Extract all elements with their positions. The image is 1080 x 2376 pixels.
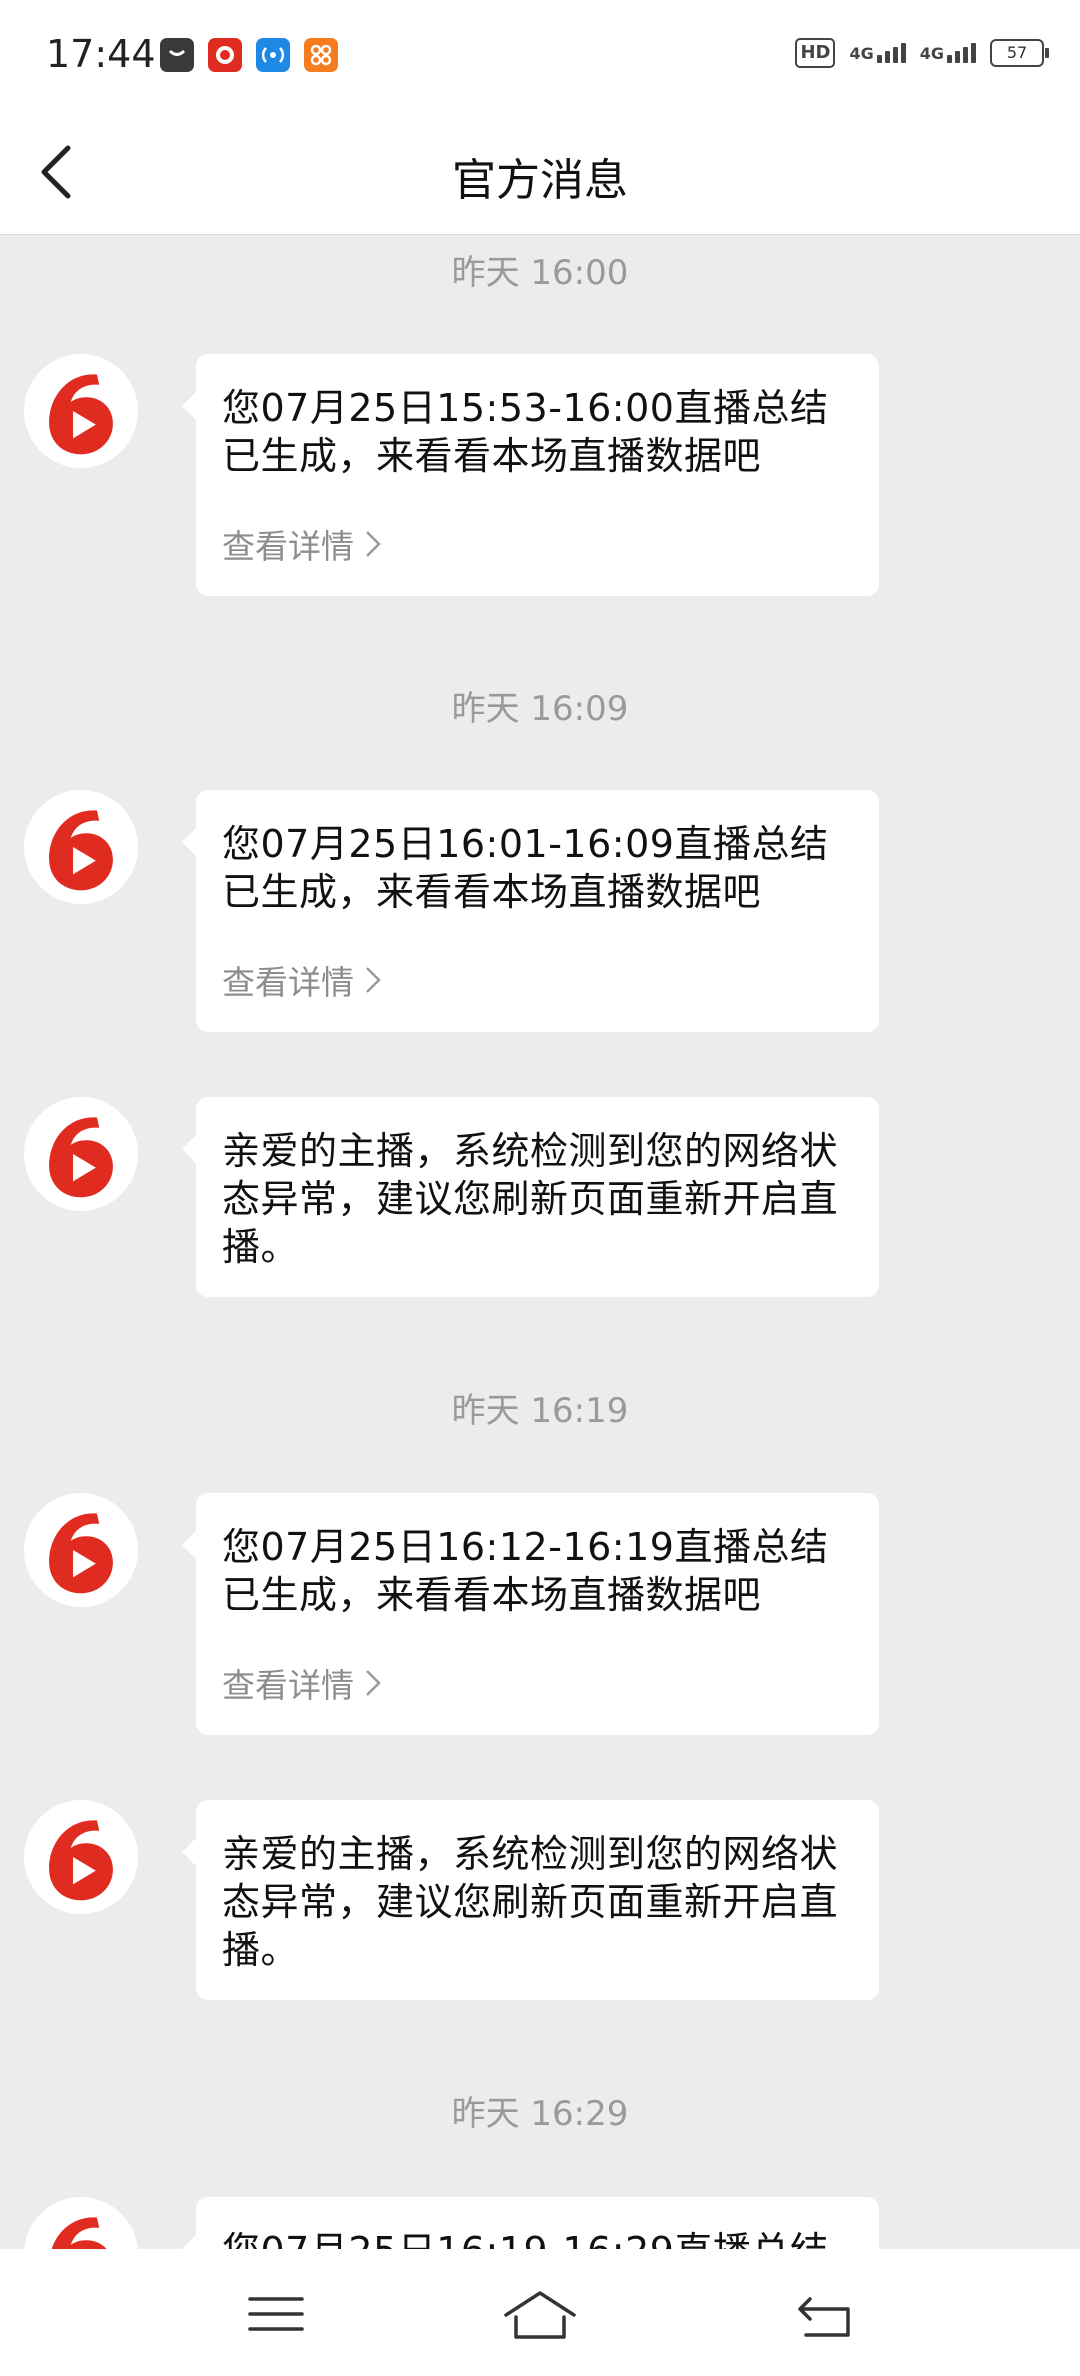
message-bubble[interactable]: 您07月25日16:19-16:29直播总结已生成，来看看本场直播数据吧 (182, 2197, 879, 2249)
message-text: 亲爱的主播，系统检测到您的网络状态异常，建议您刷新页面重新开启直播。 (222, 1832, 839, 1972)
message-time: 昨天 16:09 (451, 689, 629, 729)
network-type-label: 4G (919, 44, 944, 63)
live-logo-icon (51, 2217, 107, 2249)
message-text: 您07月25日16:12-16:19直播总结已生成，来看看本场直播数据吧 (222, 1525, 829, 1617)
view-details-link[interactable]: 查看详情 (222, 520, 855, 568)
view-details-label: 查看详情 (222, 1666, 354, 1705)
app-header: 官方消息 (0, 110, 1080, 235)
message-time: 昨天 16:00 (451, 253, 629, 293)
network-type-label: 4G (849, 44, 874, 63)
chevron-right-icon (366, 531, 381, 557)
avatar[interactable] (24, 354, 138, 468)
avatar[interactable] (24, 2197, 138, 2249)
view-details-label: 查看详情 (222, 963, 354, 1002)
nav-back-button[interactable] (786, 2279, 866, 2349)
notification-icons (160, 38, 338, 72)
home-icon (504, 2291, 576, 2339)
message-text: 您07月25日16:19-16:29直播总结已生成，来看看本场直播数据吧 (222, 2227, 855, 2249)
hd-voice-icon: HD (795, 38, 836, 68)
menu-button[interactable] (236, 2279, 316, 2349)
view-details-link[interactable]: 查看详情 (222, 956, 855, 1004)
system-nav-bar (0, 2249, 1080, 2376)
message-bubble[interactable]: 您07月25日16:01-16:09直播总结已生成，来看看本场直播数据吧 查看详… (182, 790, 879, 1032)
live-app-icon (208, 38, 242, 72)
home-button[interactable] (500, 2279, 580, 2349)
message-text: 您07月25日16:01-16:09直播总结已生成，来看看本场直播数据吧 (222, 822, 829, 914)
view-details-label: 查看详情 (222, 527, 354, 566)
status-time: 17:44 (46, 32, 156, 76)
chevron-right-icon (366, 1670, 381, 1696)
message-bubble[interactable]: 您07月25日15:53-16:00直播总结已生成，来看看本场直播数据吧 查看详… (182, 354, 879, 596)
signal-app-icon (256, 38, 290, 72)
signal-icon: 4G (849, 43, 906, 63)
battery-icon: 57 (990, 39, 1049, 67)
shopping-bag-icon (160, 38, 194, 72)
grid-app-icon (304, 38, 338, 72)
live-logo-icon (49, 1117, 113, 1198)
message-time: 昨天 16:29 (451, 2094, 629, 2134)
avatar[interactable] (24, 1493, 138, 1607)
avatar[interactable] (24, 1800, 138, 1914)
battery-level: 57 (1006, 43, 1028, 62)
system-status: HD 4G 4G 57 (795, 38, 1049, 68)
message-bubble[interactable]: 您07月25日16:12-16:19直播总结已生成，来看看本场直播数据吧 查看详… (182, 1493, 879, 1735)
view-details-link[interactable]: 查看详情 (222, 1659, 855, 1707)
message-list[interactable]: 昨天 16:00 您07月25日15:53-16:00直播总结已生成，来看看本场… (0, 235, 1080, 2249)
avatar[interactable] (24, 790, 138, 904)
live-logo-icon (49, 1513, 113, 1594)
signal-icon-2: 4G (920, 43, 976, 63)
live-logo-icon (49, 374, 113, 455)
avatar[interactable] (24, 1097, 138, 1211)
live-logo-icon (49, 810, 113, 891)
back-icon (798, 2297, 850, 2337)
message-bubble[interactable]: 亲爱的主播，系统检测到您的网络状态异常，建议您刷新页面重新开启直播。 (182, 1097, 879, 1297)
live-logo-icon (49, 1820, 113, 1901)
message-text: 亲爱的主播，系统检测到您的网络状态异常，建议您刷新页面重新开启直播。 (222, 1129, 839, 1269)
menu-icon (248, 2297, 304, 2331)
page-title: 官方消息 (452, 155, 628, 206)
message-time: 昨天 16:19 (451, 1391, 629, 1431)
status-bar: 17:44 HD 4G 4G 57 (0, 0, 1080, 110)
chevron-right-icon (366, 967, 381, 993)
message-bubble[interactable]: 亲爱的主播，系统检测到您的网络状态异常，建议您刷新页面重新开启直播。 (182, 1800, 879, 2000)
message-text: 您07月25日15:53-16:00直播总结已生成，来看看本场直播数据吧 (222, 386, 829, 478)
